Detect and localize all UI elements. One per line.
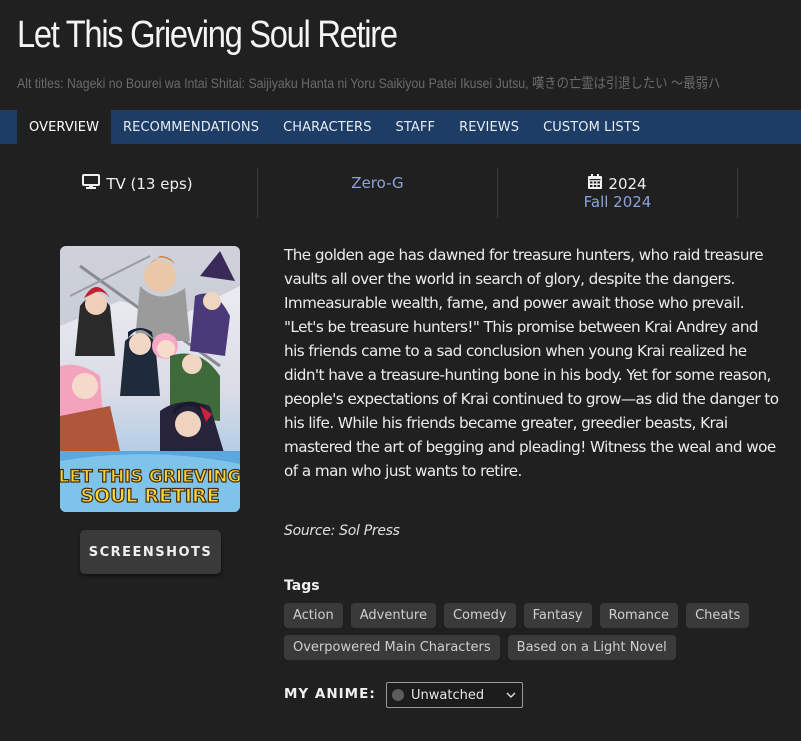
studio-cell: Zero-G xyxy=(258,168,498,218)
my-anime-label: MY ANIME: xyxy=(284,686,376,702)
svg-text:LET THIS GRIEVING: LET THIS GRIEVING xyxy=(60,467,240,487)
info-row: TV (13 eps) Zero-G 2024 Fall 2024 xyxy=(18,168,798,218)
svg-text:SOUL RETIRE: SOUL RETIRE xyxy=(80,485,219,507)
season-link[interactable]: Fall 2024 xyxy=(584,193,652,211)
alt-titles: Alt titles: Nageki no Bourei wa Intai Sh… xyxy=(17,75,721,91)
poster-art: LET THIS GRIEVING SOUL RETIRE xyxy=(60,246,240,512)
tag-romance[interactable]: Romance xyxy=(599,603,679,628)
tag-comedy[interactable]: Comedy xyxy=(443,603,516,628)
synopsis: The golden age has dawned for treasure h… xyxy=(284,246,779,480)
tag-action[interactable]: Action xyxy=(284,603,343,628)
year-text: 2024 xyxy=(608,174,647,193)
tag-cheats[interactable]: Cheats xyxy=(686,603,750,628)
tab-custom-lists[interactable]: CUSTOM LISTS xyxy=(531,110,652,144)
monitor-icon xyxy=(82,174,101,194)
tag-overpowered-main-characters[interactable]: Overpowered Main Characters xyxy=(284,635,500,660)
tab-staff[interactable]: STAFF xyxy=(384,110,448,144)
season-cell: 2024 Fall 2024 xyxy=(498,168,738,218)
format-text: TV (13 eps) xyxy=(106,175,193,193)
calendar-icon xyxy=(588,174,603,193)
tag-list: Action Adventure Comedy Fantasy Romance … xyxy=(284,603,784,660)
screenshots-button[interactable]: SCREENSHOTS xyxy=(80,530,221,574)
watch-status-value: Unwatched xyxy=(411,687,485,703)
tab-overview[interactable]: OVERVIEW xyxy=(17,110,112,144)
status-dot-icon xyxy=(392,689,404,701)
watch-status-select[interactable]: Unwatched xyxy=(386,682,523,708)
tab-bar: OVERVIEW RECOMMENDATIONS CHARACTERS STAF… xyxy=(0,110,801,144)
tab-recommendations[interactable]: RECOMMENDATIONS xyxy=(111,110,271,144)
tag-adventure[interactable]: Adventure xyxy=(350,603,436,628)
poster-logo: LET THIS GRIEVING SOUL RETIRE xyxy=(60,466,240,507)
tab-reviews[interactable]: REVIEWS xyxy=(447,110,531,144)
studio-link[interactable]: Zero-G xyxy=(351,174,403,192)
tags-heading: Tags xyxy=(284,578,320,594)
poster-image[interactable]: LET THIS GRIEVING SOUL RETIRE xyxy=(60,246,240,512)
format-cell: TV (13 eps) xyxy=(18,168,258,218)
tag-fantasy[interactable]: Fantasy xyxy=(523,603,592,628)
tab-characters[interactable]: CHARACTERS xyxy=(271,110,383,144)
page-title: Let This Grieving Soul Retire xyxy=(17,14,398,56)
source-credit: Source: Sol Press xyxy=(284,523,400,539)
anime-page: Let This Grieving Soul Retire Alt titles… xyxy=(0,0,801,741)
chevron-down-icon xyxy=(506,689,516,704)
tag-based-on-light-novel[interactable]: Based on a Light Novel xyxy=(507,635,676,660)
